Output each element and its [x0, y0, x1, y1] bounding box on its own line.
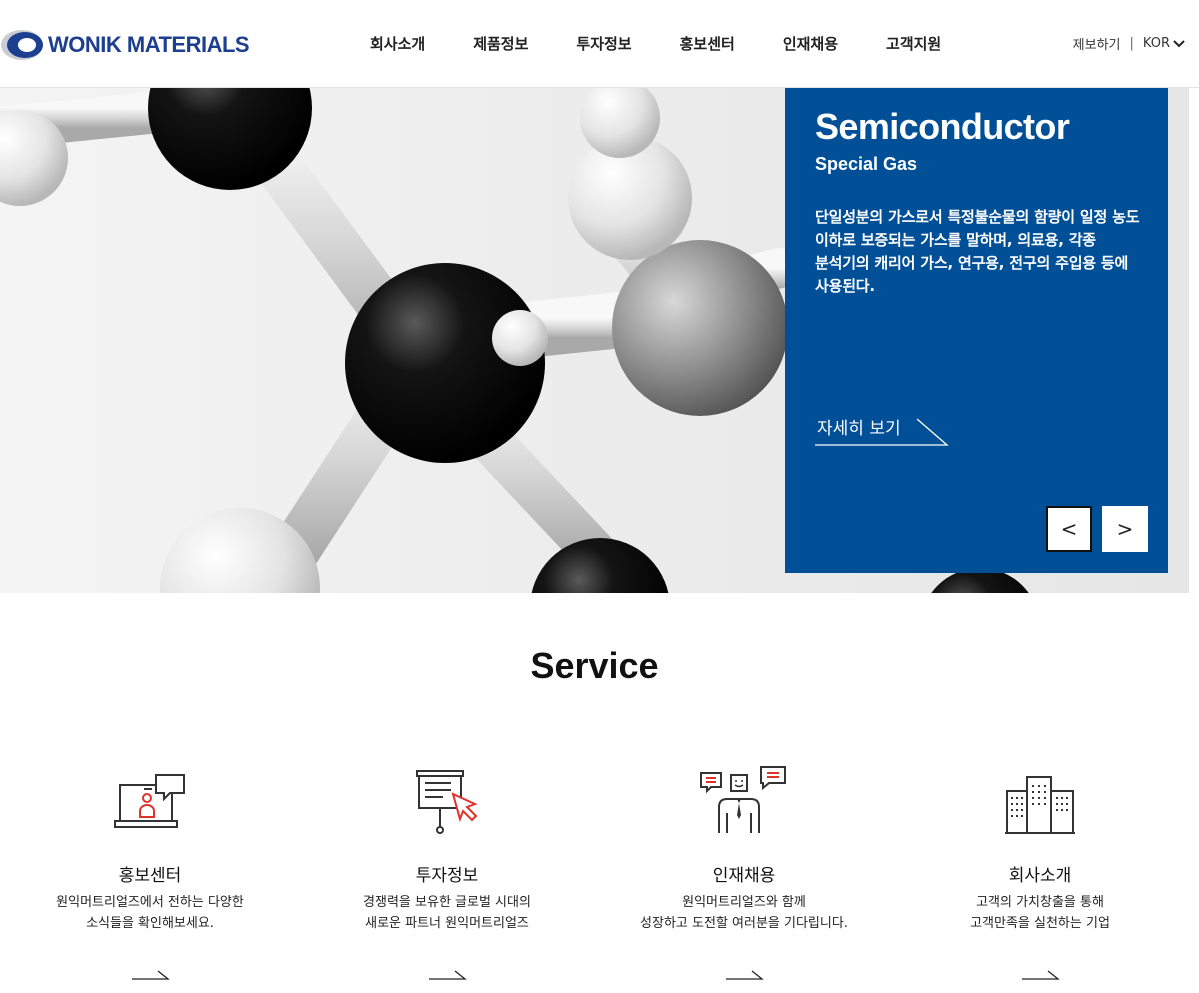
more-button[interactable]: 자세히 보기	[815, 412, 949, 448]
slider-prev-button[interactable]: <	[1046, 506, 1092, 552]
arrow-right-icon	[1022, 970, 1060, 980]
service-item-pr-center[interactable]: 홍보센터 원익머트리얼즈에서 전하는 다양한 소식들을 확인해보세요.	[0, 755, 300, 980]
report-link[interactable]: 제보하기	[1073, 34, 1121, 53]
service-name: 인재채용	[712, 866, 776, 886]
logo-text: WONIK MATERIALS	[48, 32, 250, 57]
service-item-careers[interactable]: 인재채용 원익머트리얼즈와 함께 성장하고 도전할 여러분을 기다립니다.	[594, 755, 894, 980]
language-label: KOR	[1142, 36, 1170, 51]
nav-company[interactable]: 회사소개	[370, 33, 425, 54]
people-talk-icon	[700, 766, 786, 833]
nav-investors[interactable]: 투자정보	[576, 33, 631, 54]
hero-description: 단일성분의 가스로서 특정불순물의 함량이 일정 농도 이하로 보증되는 가스를…	[815, 208, 1140, 295]
service-description: 고객의 가치창출을 통해 고객만족을 실천하는 기업	[890, 892, 1190, 934]
nav-products[interactable]: 제품정보	[473, 33, 528, 54]
buildings-icon	[1005, 776, 1075, 834]
service-description: 경쟁력을 보유한 글로벌 시대의 새로운 파트너 원익머트리얼즈	[297, 892, 597, 934]
nav-pr-center[interactable]: 홍보센터	[680, 33, 735, 54]
monitor-chat-icon	[114, 774, 185, 828]
service-name: 홍보센터	[118, 866, 182, 886]
service-description-line: 원익머트리얼즈와 함께	[682, 895, 806, 910]
utility-links: 제보하기 | KOR	[1073, 34, 1185, 53]
company-logo[interactable]: WONIK MATERIALS	[0, 27, 250, 63]
util-separator: |	[1129, 36, 1134, 51]
nav-careers[interactable]: 인재채용	[783, 33, 838, 54]
hero-title: Semiconductor	[815, 106, 1070, 147]
service-description: 원익머트리얼즈에서 전하는 다양한 소식들을 확인해보세요.	[0, 892, 300, 934]
hero-info-panel: Semiconductor Special Gas 단일성분의 가스로서 특정불…	[785, 88, 1168, 573]
service-item-investors[interactable]: 투자정보 경쟁력을 보유한 글로벌 시대의 새로운 파트너 원익머트리얼즈	[297, 755, 597, 980]
service-description-line: 원익머트리얼즈에서 전하는 다양한	[56, 895, 244, 910]
hero-slider: Semiconductor Special Gas 단일성분의 가스로서 특정불…	[0, 88, 1189, 593]
service-description: 원익머트리얼즈와 함께 성장하고 도전할 여러분을 기다립니다.	[594, 892, 894, 934]
language-selector[interactable]: KOR	[1143, 36, 1185, 51]
arrow-right-icon	[726, 970, 764, 980]
nav-support[interactable]: 고객지원	[886, 33, 941, 54]
slider-next-button[interactable]: >	[1102, 506, 1148, 552]
service-description-line: 소식들을 확인해보세요.	[86, 916, 214, 931]
site-header: WONIK MATERIALS 회사소개 제품정보 투자정보 홍보센터 인재채용…	[0, 0, 1199, 88]
service-description-line: 고객만족을 실천하는 기업	[970, 916, 1110, 931]
main-nav: 회사소개 제품정보 투자정보 홍보센터 인재채용 고객지원	[346, 0, 965, 86]
arrow-right-icon	[132, 970, 170, 980]
service-description-line: 고객의 가치창출을 통해	[976, 895, 1104, 910]
logo-mark-icon	[0, 28, 46, 62]
service-description-line: 경쟁력을 보유한 글로벌 시대의	[363, 895, 531, 910]
service-description-line: 성장하고 도전할 여러분을 기다립니다.	[640, 916, 848, 931]
service-item-company[interactable]: 회사소개 고객의 가치창출을 통해 고객만족을 실천하는 기업	[890, 755, 1190, 980]
service-heading: Service	[530, 645, 659, 686]
diagonal-arrow-icon	[815, 418, 949, 446]
hero-subtitle: Special Gas	[815, 154, 918, 174]
service-description-line: 새로운 파트너 원익머트리얼즈	[365, 916, 529, 931]
presentation-board-icon	[416, 770, 478, 834]
service-name: 투자정보	[415, 866, 479, 886]
chevron-down-icon	[1173, 39, 1185, 47]
service-name: 회사소개	[1008, 866, 1072, 886]
arrow-right-icon	[429, 970, 467, 980]
